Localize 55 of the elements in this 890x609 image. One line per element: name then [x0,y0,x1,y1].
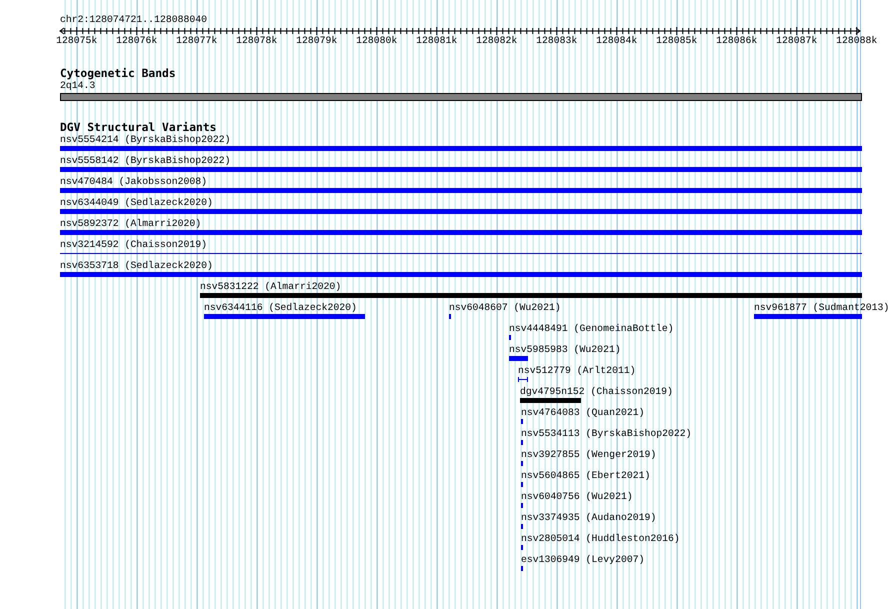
band-label: 2q14.3 [60,80,96,91]
ruler-label: 128085k [656,35,698,47]
feature-label: nsv4448491 (GenomeinaBottle) [509,323,674,334]
feature-label: nsv6040756 (Wu2021) [521,491,633,502]
ruler-label: 128078k [236,35,278,47]
ruler-label: 128083k [536,35,578,47]
feature-bar[interactable] [60,146,862,151]
feature-label: nsv5892372 (Almarri2020) [60,218,202,229]
feature-label: nsv5558142 (ByrskaBishop2022) [60,155,230,166]
feature-label: nsv2805014 (Huddleston2016) [521,533,680,544]
feature-label: nsv5831222 (Almarri2020) [200,281,342,292]
ruler-label: 128082k [476,35,518,47]
feature-label: dgv4795n152 (Chaisson2019) [520,386,673,397]
feature-label: nsv4764083 (Quan2021) [521,407,644,418]
ruler-label: 128080k [356,35,398,47]
ruler-label: 128084k [596,35,638,47]
feature-bar[interactable] [509,356,528,361]
feature-label: nsv512779 (Arlt2011) [518,365,636,376]
feature-bar[interactable] [60,167,862,172]
ruler-label: 128075k [56,35,98,47]
feature-label: nsv3374935 (Audano2019) [521,512,656,523]
ruler-label: 128076k [116,35,158,47]
track-title: Cytogenetic Bands [60,67,177,80]
feature-label: esv1306949 (Levy2007) [521,554,644,565]
ruler-label: 128087k [776,35,818,47]
feature-label: nsv3927855 (Wenger2019) [521,449,656,460]
feature-label: nsv6344049 (Sedlazeck2020) [60,197,213,208]
feature-bar[interactable] [60,272,862,277]
feature-label: nsv5554214 (ByrskaBishop2022) [60,134,230,145]
feature-label: nsv6048607 (Wu2021) [449,302,561,313]
ruler-label: 128077k [176,35,218,47]
feature-label: nsv3214592 (Chaisson2019) [60,239,207,250]
feature-label: nsv6344116 (Sedlazeck2020) [204,302,357,313]
feature-span[interactable] [518,377,528,382]
ruler-label: 128086k [716,35,758,47]
feature-label: nsv6353718 (Sedlazeck2020) [60,260,213,271]
feature-line[interactable] [60,253,862,254]
feature-label: nsv5985983 (Wu2021) [509,344,621,355]
feature-bar[interactable] [520,398,581,403]
ruler-label: 128088k [836,35,878,47]
ruler-label: 128081k [416,35,458,47]
feature-label: nsv5604865 (Ebert2021) [521,470,650,481]
feature-label: nsv5534113 (ByrskaBishop2022) [521,428,692,439]
location-label: chr2:128074721..128088040 [60,14,207,25]
feature-bar[interactable] [204,314,365,319]
feature-bar[interactable] [60,230,862,235]
feature-bar[interactable] [60,209,862,214]
feature-bar[interactable] [200,293,862,298]
cytoband-bar[interactable] [60,93,862,101]
feature-bar[interactable] [60,188,862,193]
track-title: DGV Structural Variants [60,121,218,134]
feature-bar[interactable] [754,314,862,319]
feature-label: nsv470484 (Jakobsson2008) [60,176,207,187]
feature-label: nsv961877 (Sudmant2013) [754,302,890,313]
ruler-label: 128079k [296,35,338,47]
